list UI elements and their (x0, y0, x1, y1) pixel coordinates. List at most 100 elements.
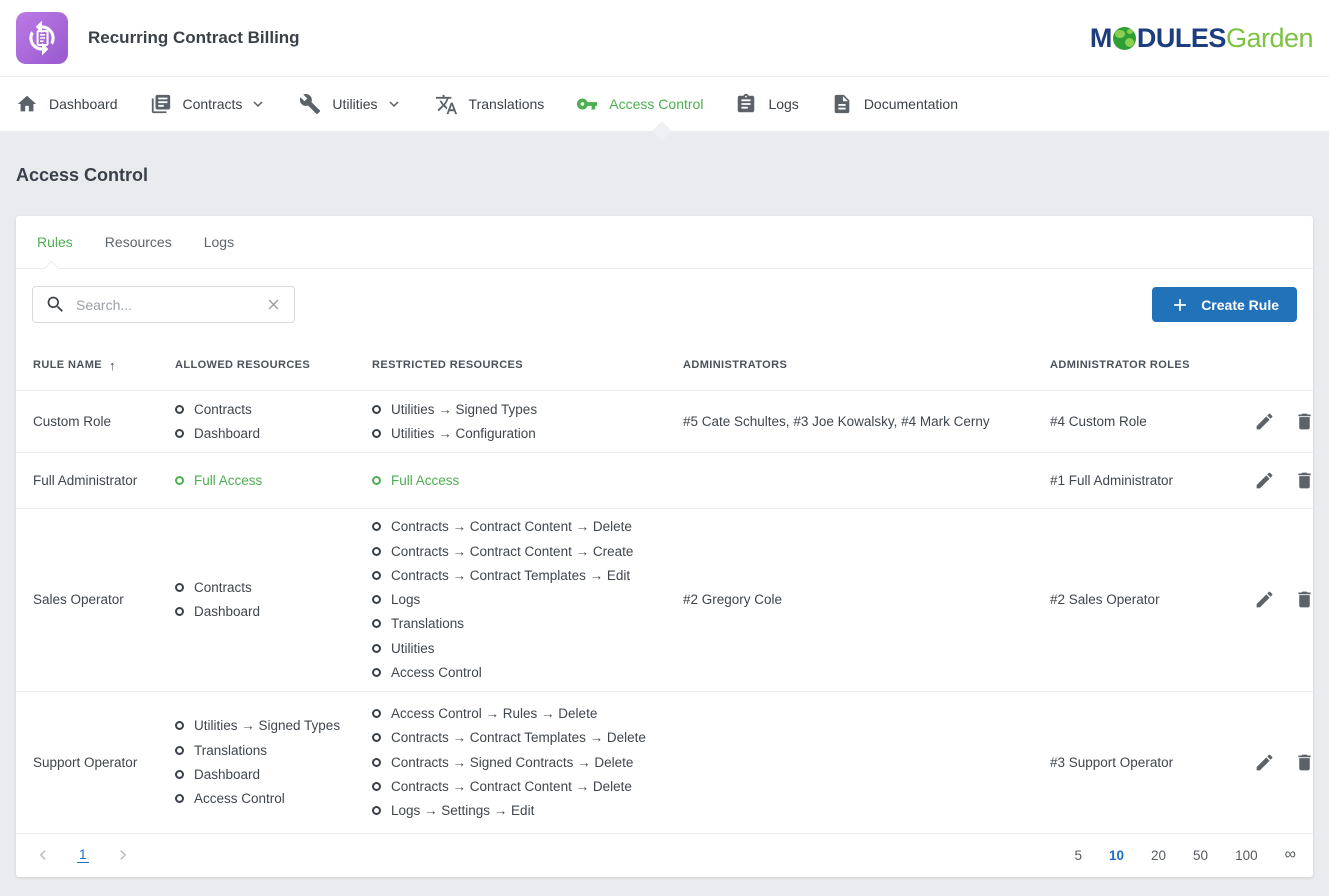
delete-button[interactable] (1294, 470, 1315, 491)
resource-bullet-icon (372, 709, 381, 718)
resource-item: Contracts → Contract Templates → Edit (372, 563, 683, 587)
administrators-cell: #2 Gregory Cole (683, 592, 1050, 607)
resource-bullet-icon (175, 476, 184, 485)
contracts-icon (150, 93, 172, 115)
nav-label: Contracts (183, 96, 243, 112)
pencil-icon (1254, 470, 1275, 491)
plus-icon (1170, 295, 1190, 315)
pencil-icon (1254, 411, 1275, 432)
trash-icon (1294, 411, 1315, 432)
resource-bullet-icon (372, 595, 381, 604)
nav-label: Utilities (332, 96, 377, 112)
resource-bullet-icon (372, 522, 381, 531)
resource-item: Dashboard (175, 600, 372, 624)
administrator-roles-cell: #1 Full Administrator (1050, 473, 1235, 488)
modulesgarden-logo: M DULES Garden (1090, 23, 1313, 54)
resource-item: Utilities (372, 636, 683, 660)
current-page-number[interactable]: 1 (77, 847, 89, 863)
nav-label: Access Control (609, 96, 703, 112)
next-page-button[interactable] (113, 845, 133, 865)
nav-item-translations[interactable]: Translations (419, 77, 561, 131)
previous-page-button[interactable] (33, 845, 53, 865)
column-header-administrator-roles[interactable]: ADMINISTRATOR ROLES (1050, 359, 1235, 371)
page-size-option[interactable]: 50 (1193, 848, 1208, 863)
page-navigation: 1 (33, 845, 157, 865)
page-size-option[interactable]: 100 (1235, 848, 1258, 863)
brand-middle: DULES (1137, 23, 1226, 54)
nav-item-utilities[interactable]: Utilities (283, 77, 418, 131)
restricted-resources-list: Utilities → Signed Types Utilities → Con… (372, 397, 683, 446)
brand-suffix: Garden (1226, 23, 1313, 54)
resource-bullet-icon (175, 583, 184, 592)
column-header-restricted-resources[interactable]: RESTRICTED RESOURCES (372, 359, 683, 371)
tab-logs[interactable]: Logs (188, 216, 250, 268)
delete-button[interactable] (1294, 589, 1315, 610)
resource-item: Access Control (175, 786, 372, 810)
nav-item-dashboard[interactable]: Dashboard (16, 77, 134, 131)
rule-name: Full Administrator (33, 473, 175, 488)
nav-item-documentation[interactable]: Documentation (815, 77, 974, 131)
brand-prefix: M (1090, 23, 1112, 54)
translate-icon (435, 93, 458, 116)
column-header-rule-name[interactable]: RULE NAME ↑ (33, 358, 175, 373)
page-size-option[interactable]: 20 (1151, 848, 1166, 863)
tab-rules[interactable]: Rules (21, 216, 89, 268)
table-row: Full Administrator Full Access Full Acce… (16, 452, 1313, 508)
restricted-resources-list: Full Access (372, 468, 683, 492)
resource-bullet-icon (372, 571, 381, 580)
resource-item: Access Control (372, 660, 683, 684)
create-rule-button[interactable]: Create Rule (1152, 287, 1297, 322)
nav-item-contracts[interactable]: Contracts (134, 77, 284, 131)
nav-item-logs[interactable]: Logs (719, 77, 814, 131)
access-control-card: Rules Resources Logs Create Rule RULE NA… (16, 216, 1313, 877)
tab-bar: Rules Resources Logs (16, 216, 1313, 269)
pagination-bar: 1 5 10 20 50 100 ∞ (16, 833, 1313, 877)
edit-button[interactable] (1254, 589, 1275, 610)
delete-button[interactable] (1294, 411, 1315, 432)
page-size-option-active[interactable]: 10 (1109, 848, 1124, 863)
resource-bullet-icon (175, 770, 184, 779)
trash-icon (1294, 752, 1315, 773)
nav-label: Logs (768, 96, 798, 112)
column-header-administrators[interactable]: ADMINISTRATORS (683, 359, 1050, 371)
page-size-option-unlimited[interactable]: ∞ (1285, 846, 1296, 864)
row-actions (1235, 589, 1315, 610)
resource-bullet-icon (372, 733, 381, 742)
resource-item: Contracts (175, 575, 372, 599)
delete-button[interactable] (1294, 752, 1315, 773)
allowed-resources-list: Utilities → Signed Types Translations Da… (175, 714, 372, 811)
page-size-option[interactable]: 5 (1074, 848, 1082, 863)
nav-label: Dashboard (49, 96, 118, 112)
resource-bullet-icon (175, 721, 184, 730)
edit-button[interactable] (1254, 752, 1275, 773)
edit-button[interactable] (1254, 411, 1275, 432)
table-row: Sales Operator Contracts Dashboard Contr… (16, 508, 1313, 691)
sort-asc-icon[interactable]: ↑ (109, 358, 116, 373)
nav-label: Translations (469, 96, 545, 112)
page-size-selector: 5 10 20 50 100 ∞ (1047, 846, 1296, 864)
rule-name: Custom Role (33, 414, 175, 429)
nav-item-access-control[interactable]: Access Control (560, 77, 719, 131)
row-actions (1235, 411, 1315, 432)
tab-resources[interactable]: Resources (89, 216, 188, 268)
resource-item: Contracts → Signed Contracts → Delete (372, 750, 683, 774)
table-row: Custom Role Contracts Dashboard Utilitie… (16, 390, 1313, 452)
table-row: Support Operator Utilities → Signed Type… (16, 691, 1313, 833)
resource-bullet-icon (175, 607, 184, 616)
clear-search-icon[interactable] (265, 296, 282, 313)
resource-bullet-icon (372, 782, 381, 791)
resource-bullet-icon (372, 668, 381, 677)
resource-bullet-icon (175, 405, 184, 414)
allowed-resources-list: Contracts Dashboard (175, 575, 372, 624)
rule-name: Support Operator (33, 755, 175, 770)
search-icon (45, 294, 66, 315)
column-header-allowed-resources[interactable]: ALLOWED RESOURCES (175, 359, 372, 371)
resource-bullet-icon (372, 619, 381, 628)
resource-item: Translations (372, 612, 683, 636)
edit-button[interactable] (1254, 470, 1275, 491)
app-header: Recurring Contract Billing M DULES Garde… (0, 0, 1329, 77)
nav-label: Documentation (864, 96, 958, 112)
toolbar: Create Rule (16, 269, 1313, 340)
search-input[interactable] (76, 297, 255, 313)
resource-bullet-icon (372, 644, 381, 653)
